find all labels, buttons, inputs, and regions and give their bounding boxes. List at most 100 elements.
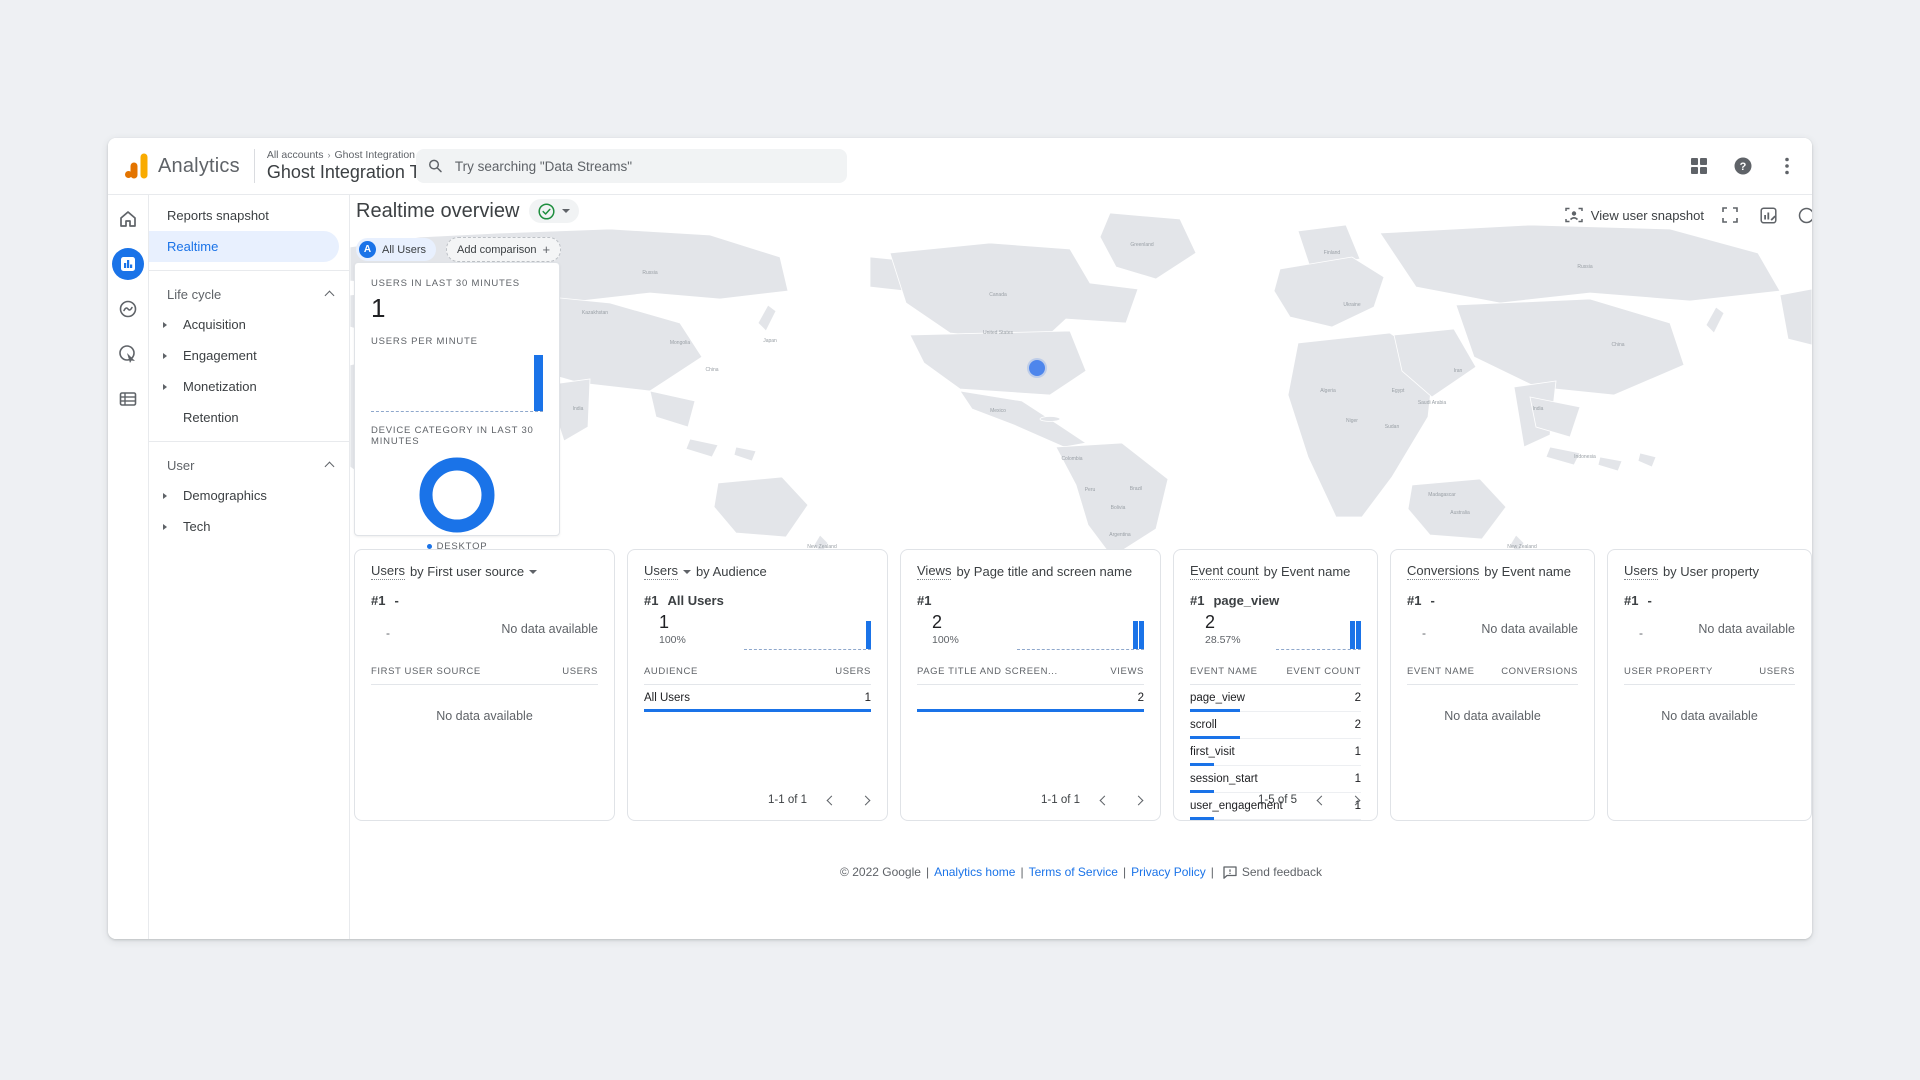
card-dimension-label: by First user source <box>410 564 524 579</box>
card-title[interactable]: Users by First user source <box>371 563 598 580</box>
mini-sparkline[interactable] <box>1276 617 1362 650</box>
sidebar-item-retention[interactable]: Retention <box>149 402 349 433</box>
breadcrumb-account[interactable]: All accounts <box>267 149 324 161</box>
search-bar[interactable] <box>416 149 847 183</box>
sidebar-item-label: Monetization <box>183 379 257 394</box>
users-30min-value: 1 <box>371 293 543 324</box>
card-title[interactable]: Event countby Event name <box>1190 563 1361 580</box>
table-row[interactable]: All Users1 <box>644 685 871 712</box>
top-item-percent: 100% <box>932 634 959 646</box>
row-bar <box>917 709 1144 712</box>
pagination: 1-5 of 5 <box>1258 790 1365 810</box>
nav-section-life-cycle[interactable]: Life cycle <box>149 279 349 309</box>
rail-reports-button[interactable] <box>112 248 144 280</box>
all-users-chip[interactable]: A All Users <box>356 238 436 261</box>
nav-section-label: Life cycle <box>167 287 221 302</box>
next-page-button[interactable] <box>1345 790 1365 810</box>
mini-sparkline[interactable] <box>744 617 871 650</box>
map-country-label: Saudi Arabia <box>1418 400 1446 406</box>
sidebar-item-reports-snapshot[interactable]: Reports snapshot <box>149 200 349 231</box>
nav-section-user[interactable]: User <box>149 450 349 480</box>
map-country-label: Finland <box>1324 250 1340 256</box>
empty-metric-line: -No data available <box>371 612 598 656</box>
column-header-metric: VIEWS <box>1110 666 1144 677</box>
users-per-minute-chart[interactable] <box>371 349 543 412</box>
sparkline-bar <box>1133 621 1138 649</box>
footer-link-privacy-policy[interactable]: Privacy Policy <box>1131 865 1206 879</box>
add-comparison-chip[interactable]: Add comparison + <box>446 237 561 262</box>
device-category-donut[interactable] <box>419 457 495 533</box>
sidebar-item-demographics[interactable]: Demographics <box>149 480 349 511</box>
sidebar-item-acquisition[interactable]: Acquisition <box>149 309 349 340</box>
user-snapshot-icon <box>1565 207 1583 223</box>
fullscreen-button[interactable] <box>1718 203 1742 227</box>
header-divider <box>254 149 255 183</box>
explore-icon <box>118 299 138 319</box>
map-country-label: Brazil <box>1130 486 1143 492</box>
previous-page-button[interactable] <box>1094 790 1114 810</box>
map-country-label: Mexico <box>990 408 1006 414</box>
clipped-action-button[interactable] <box>1794 203 1812 227</box>
users-30min-label: USERS IN LAST 30 MINUTES <box>371 278 543 289</box>
card-title[interactable]: Usersby Audience <box>644 563 871 580</box>
table-row[interactable]: first_visit1 <box>1190 739 1361 766</box>
rail-home-button[interactable] <box>112 203 144 235</box>
map-country-label: Niger <box>1346 418 1358 424</box>
top-item-value: 1 <box>659 612 669 633</box>
analytics-logo-icon <box>124 153 150 179</box>
main-content: RussiaMongoliaChinaIndiaJapanKazakhstanG… <box>350 195 1812 939</box>
map-country-label: Madagascar <box>1428 492 1456 498</box>
card-metric-label: Conversions <box>1407 563 1479 580</box>
data-status-pill[interactable] <box>529 199 579 223</box>
search-input[interactable] <box>453 158 835 175</box>
apps-grid-button[interactable] <box>1682 149 1716 183</box>
empty-dash: - <box>1422 626 1426 640</box>
map-country-label: Mongolia <box>670 340 690 346</box>
next-page-button[interactable] <box>855 790 875 810</box>
previous-page-button[interactable] <box>1311 790 1331 810</box>
footer-separator: | <box>926 865 929 879</box>
help-button[interactable]: ? <box>1726 149 1760 183</box>
sidebar-item-engagement[interactable]: Engagement <box>149 340 349 371</box>
mini-sparkline[interactable] <box>1017 617 1144 650</box>
card-metric-label: Users <box>371 563 405 580</box>
product-name: Analytics <box>158 155 240 178</box>
analytics-logo[interactable]: Analytics <box>108 153 240 179</box>
rail-explore-button[interactable] <box>112 293 144 325</box>
next-page-button[interactable] <box>1128 790 1148 810</box>
customize-report-button[interactable] <box>1756 203 1780 227</box>
map-country-label: Russia <box>1577 264 1592 270</box>
column-header-dimension: EVENT NAME <box>1407 666 1475 677</box>
sidebar-item-realtime[interactable]: Realtime <box>149 231 339 262</box>
map-country-label: Indonesia <box>1574 454 1596 460</box>
card-title[interactable]: Usersby User property <box>1624 563 1795 580</box>
sidebar-item-tech[interactable]: Tech <box>149 511 349 542</box>
sidebar-item-monetization[interactable]: Monetization <box>149 371 349 402</box>
expand-arrow-icon <box>163 384 167 390</box>
map-country-label: India <box>573 406 584 412</box>
table-row[interactable]: page_view2 <box>1190 685 1361 712</box>
footer-link-terms-of-service[interactable]: Terms of Service <box>1029 865 1118 879</box>
footer-separator: | <box>1123 865 1126 879</box>
previous-page-button[interactable] <box>821 790 841 810</box>
column-header-metric: CONVERSIONS <box>1501 666 1578 677</box>
rank-number: #1 <box>644 593 658 608</box>
card-title[interactable]: Viewsby Page title and screen name <box>917 563 1144 580</box>
card-title[interactable]: Conversionsby Event name <box>1407 563 1578 580</box>
top-item-line: #1 <box>917 593 1144 608</box>
table-row[interactable]: session_start1 <box>1190 766 1361 793</box>
footer-separator: | <box>1211 865 1214 879</box>
feedback-icon <box>1223 866 1237 879</box>
table-row[interactable]: scroll2 <box>1190 712 1361 739</box>
rail-advertising-button[interactable] <box>112 338 144 370</box>
more-options-button[interactable] <box>1770 149 1804 183</box>
table-row[interactable]: 2 <box>917 685 1144 712</box>
breadcrumb-property[interactable]: Ghost Integration <box>334 149 415 161</box>
rail-library-button[interactable] <box>112 383 144 415</box>
footer-link-analytics-home[interactable]: Analytics home <box>934 865 1015 879</box>
view-user-snapshot-button[interactable]: View user snapshot <box>1565 207 1704 223</box>
send-feedback-button[interactable]: Send feedback <box>1223 865 1322 879</box>
expand-arrow-icon <box>163 353 167 359</box>
row-name: page_view <box>1190 692 1245 704</box>
check-circle-icon <box>538 203 555 220</box>
